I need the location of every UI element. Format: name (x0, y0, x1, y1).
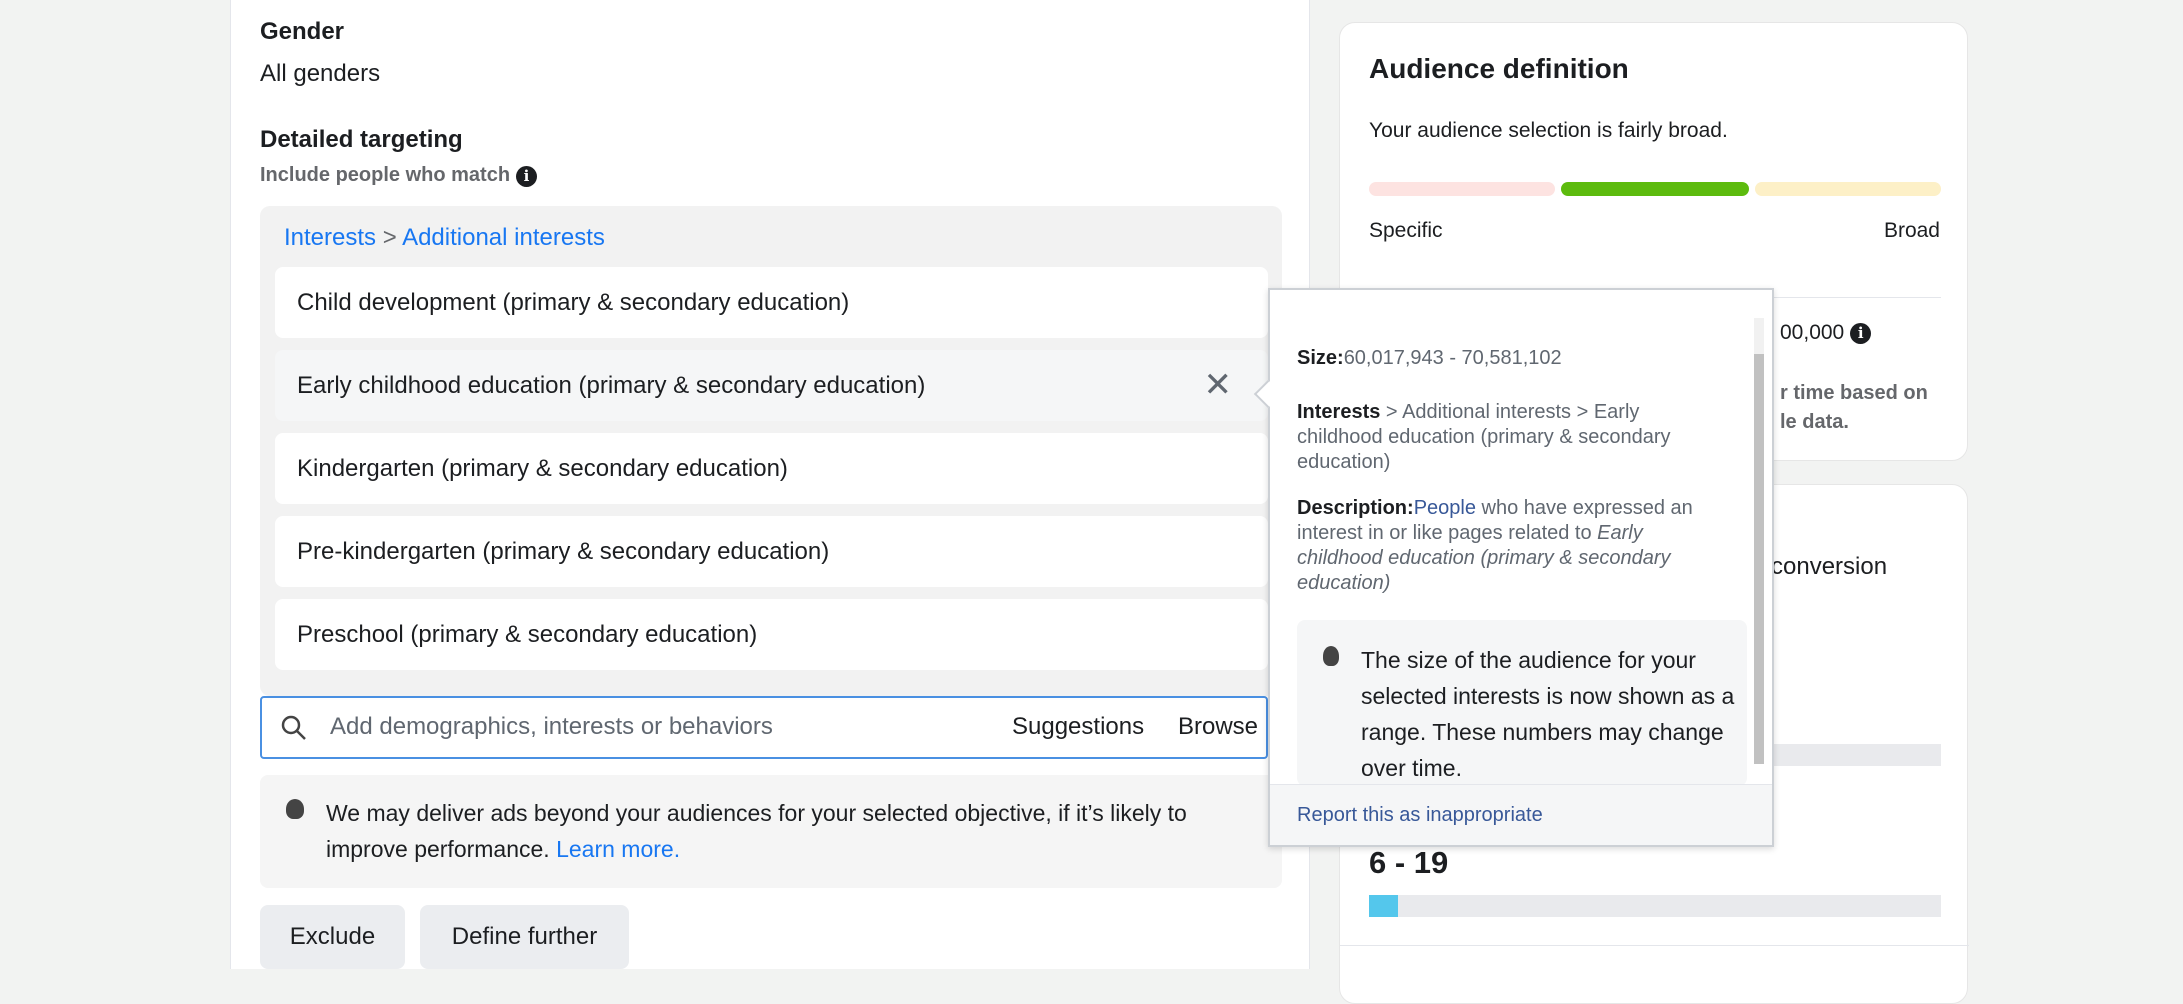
desc-label: Description: (1297, 497, 1414, 519)
item-label: Child development (primary & secondary e… (297, 289, 850, 316)
path-bold: Interests (1297, 401, 1381, 423)
item-label: Preschool (primary & secondary education… (297, 621, 758, 648)
size-partial: 00,000 i (1780, 321, 1872, 345)
search-input[interactable]: Add demographics, interests or behaviors… (260, 696, 1268, 759)
list-item[interactable]: Kindergarten (primary & secondary educat… (275, 433, 1268, 504)
item-label: Pre-kindergarten (primary & secondary ed… (297, 538, 830, 565)
breadcrumb-additional-interests[interactable]: Additional interests (402, 224, 605, 251)
interest-path: Interests > Additional interests > Early… (1297, 400, 1727, 475)
card-title: Audience definition (1369, 53, 1629, 84)
scrollbar[interactable] (1754, 318, 1764, 764)
note-text: We may deliver ads beyond your audiences… (326, 800, 1187, 862)
size-label: Size: (1297, 347, 1344, 369)
lightbulb-icon (286, 799, 304, 819)
targeting-panel: Gender All genders Detailed targeting In… (230, 0, 1310, 969)
note-line: r time based on (1780, 382, 1928, 404)
range-bar-fill (1369, 895, 1398, 917)
browse-button[interactable]: Browse (1178, 713, 1258, 741)
tip-text: The size of the audience for your select… (1361, 647, 1735, 781)
info-icon[interactable]: i (516, 166, 538, 188)
conversion-partial: conversion (1771, 553, 1888, 580)
list-item[interactable]: Child development (primary & secondary e… (275, 267, 1268, 338)
list-item[interactable]: Pre-kindergarten (primary & secondary ed… (275, 516, 1268, 587)
close-icon[interactable]: ✕ (1204, 350, 1233, 421)
detailed-targeting-label: Detailed targeting (260, 126, 463, 153)
search-icon (281, 715, 306, 740)
meter-mid (1561, 182, 1749, 196)
list-item[interactable]: Preschool (primary & secondary education… (275, 599, 1268, 670)
tip-box: The size of the audience for your select… (1297, 620, 1747, 786)
broad-label: Broad (1883, 219, 1940, 242)
gender-label: Gender (260, 18, 345, 45)
size-row: Size:60,017,943 - 70,581,102 (1297, 346, 1727, 371)
search-placeholder: Add demographics, interests or behaviors (330, 713, 773, 740)
description: Description:People who have expressed an… (1297, 496, 1727, 596)
range-value: 6 - 19 (1369, 845, 1449, 880)
breadcrumb-separator: > (382, 224, 397, 251)
breadcrumb-interests[interactable]: Interests (284, 224, 376, 251)
scrollbar-thumb[interactable] (1754, 354, 1764, 764)
exclude-button[interactable]: Exclude (260, 905, 405, 969)
popup-footer: Report this as inappropriate (1270, 784, 1772, 845)
audience-status: Your audience selection is fairly broad. (1369, 119, 1728, 142)
item-label: Kindergarten (primary & secondary educat… (297, 455, 788, 482)
specific-label: Specific (1369, 219, 1443, 242)
meter-broad (1755, 182, 1941, 196)
learn-more-link[interactable]: Learn more. (556, 836, 680, 862)
gender-value[interactable]: All genders (260, 60, 380, 88)
include-label: Include people who match (260, 164, 511, 186)
lightbulb-icon (1323, 646, 1339, 666)
define-further-button[interactable]: Define further (420, 905, 629, 969)
list-item[interactable]: Early childhood education (primary & sec… (275, 350, 1268, 421)
meter-specific (1369, 182, 1555, 196)
range-bar (1369, 895, 1941, 917)
divider (1340, 945, 1969, 946)
item-label: Early childhood education (primary & sec… (297, 372, 926, 399)
delivery-note: We may deliver ads beyond your audiences… (260, 775, 1282, 888)
size-note: r time based on le data. (1780, 379, 1928, 437)
breadcrumb: Interests > Additional interests (284, 224, 605, 252)
report-link[interactable]: Report this as inappropriate (1297, 803, 1543, 828)
info-icon[interactable]: i (1850, 322, 1872, 344)
people-link[interactable]: People (1414, 497, 1476, 519)
suggestions-button[interactable]: Suggestions (1012, 713, 1144, 741)
note-line: le data. (1780, 411, 1849, 433)
size-text: 00,000 (1780, 321, 1845, 344)
interest-detail-popup: Size:60,017,943 - 70,581,102 Interests >… (1253, 288, 1774, 847)
size-value: 60,017,943 - 70,581,102 (1343, 347, 1562, 369)
